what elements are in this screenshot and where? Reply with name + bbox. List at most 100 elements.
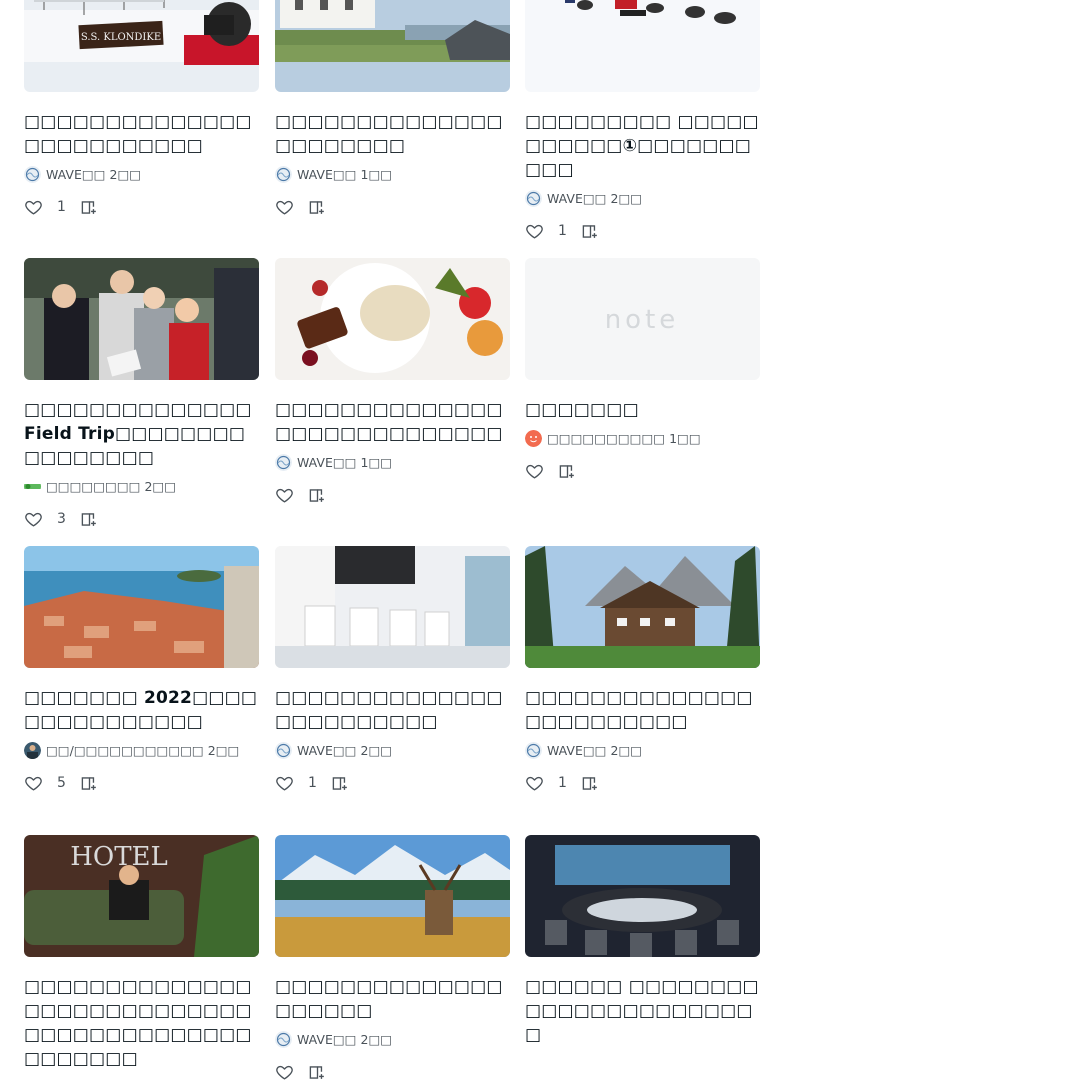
card-author-row[interactable]: WAVE□□ 2□□ bbox=[275, 1029, 510, 1049]
note-card[interactable]: note □□□□□□□ □□□□□□□□□□ 1□□ bbox=[525, 258, 760, 483]
note-card[interactable]: □□□□□□□ 2022□□□□□□□□□□□□□□□ □□/□□□□□□□□□… bbox=[24, 546, 259, 795]
like-button[interactable] bbox=[525, 462, 544, 481]
card-title[interactable]: □□□□□□□ bbox=[525, 398, 760, 422]
card-thumbnail-image[interactable] bbox=[525, 0, 760, 92]
author-avatar[interactable] bbox=[275, 165, 292, 183]
card-title[interactable]: □□□□□□□□□□□□□□□□□□□□□□ bbox=[275, 110, 510, 158]
heart-outline-icon bbox=[275, 1063, 294, 1082]
author-avatar[interactable] bbox=[525, 189, 542, 207]
add-to-magazine-button[interactable] bbox=[581, 222, 600, 241]
author-name[interactable]: □□/□□□□□□□□□□□ bbox=[46, 743, 204, 758]
card-title[interactable]: □□□□□□□□□□□□□□□□□□□□ bbox=[275, 975, 510, 1023]
like-button[interactable]: 1 bbox=[525, 774, 567, 793]
author-avatar[interactable] bbox=[275, 453, 292, 471]
author-avatar[interactable] bbox=[525, 741, 542, 759]
card-author-row[interactable]: WAVE□□ 2□□ bbox=[525, 188, 760, 208]
card-title[interactable]: □□□□□□□□□□□□□□□□□□□□□□□□□ bbox=[24, 110, 259, 158]
card-thumbnail-image[interactable] bbox=[275, 835, 510, 957]
author-name[interactable]: WAVE□□ bbox=[297, 743, 357, 758]
author-avatar[interactable] bbox=[525, 429, 542, 447]
magazine-add-icon bbox=[581, 222, 600, 241]
card-thumbnail-image[interactable] bbox=[275, 258, 510, 380]
post-time: 2□□ bbox=[610, 190, 643, 206]
card-title[interactable]: □□□□□□□□□□□□□□□□□□□□□□□□ bbox=[275, 686, 510, 734]
card-thumbnail-image[interactable] bbox=[24, 258, 259, 380]
like-button[interactable]: 1 bbox=[525, 222, 567, 241]
author-avatar[interactable] bbox=[24, 165, 41, 183]
author-avatar[interactable] bbox=[275, 1030, 292, 1048]
like-button[interactable] bbox=[275, 198, 294, 217]
author-name[interactable]: WAVE□□ bbox=[547, 743, 607, 758]
card-title[interactable]: □□□□□□□ 2022□□□□□□□□□□□□□□□ bbox=[24, 686, 259, 734]
magazine-add-icon bbox=[308, 198, 327, 217]
author-name[interactable]: □□□□□□□□ bbox=[46, 479, 140, 494]
add-to-magazine-button[interactable] bbox=[308, 198, 327, 217]
post-time: 2□□ bbox=[360, 1031, 393, 1047]
note-card[interactable]: □□□□□□□□□□□□□□Field Trip□□□□□□□□□□□□□□□□… bbox=[24, 258, 259, 531]
like-button[interactable]: 1 bbox=[275, 774, 317, 793]
magazine-add-icon bbox=[80, 510, 99, 529]
note-card[interactable]: □□□□□□□□□ □□□□□□□□□□□①□□□□□□□□□□ WAVE□□ … bbox=[525, 0, 760, 243]
magazine-add-icon bbox=[331, 774, 350, 793]
add-to-magazine-button[interactable] bbox=[308, 486, 327, 505]
card-author-row[interactable]: WAVE□□ 2□□ bbox=[24, 164, 259, 184]
card-thumbnail-image[interactable] bbox=[24, 546, 259, 668]
card-author-row[interactable]: □□□□□□□□ 2□□ bbox=[24, 476, 259, 496]
post-time: 2□□ bbox=[109, 166, 142, 182]
like-button[interactable]: 5 bbox=[24, 774, 66, 793]
card-thumbnail-image[interactable] bbox=[525, 546, 760, 668]
card-title[interactable]: □□□□□□ □□□□□□□□□□□□□□□□□□□□□□□ bbox=[525, 975, 760, 1047]
author-name[interactable]: WAVE□□ bbox=[297, 455, 357, 470]
note-card[interactable]: □□□□□□□□□□□□□□□□□□□□□□□□□□□□ WAVE□□ 1□□ bbox=[275, 258, 510, 507]
card-title[interactable]: □□□□□□□□□ □□□□□□□□□□□①□□□□□□□□□□ bbox=[525, 110, 760, 182]
card-author-row[interactable]: WAVE□□ 1□□ bbox=[275, 452, 510, 472]
post-time: 2□□ bbox=[360, 742, 393, 758]
add-to-magazine-button[interactable] bbox=[80, 198, 99, 217]
note-card[interactable]: HOTEL □□□□□□□□□□□□□□□□□□□□□□□□□□□□□□□□□□… bbox=[24, 835, 259, 1071]
author-name[interactable]: WAVE□□ bbox=[297, 167, 357, 182]
add-to-magazine-button[interactable] bbox=[308, 1063, 327, 1082]
card-title[interactable]: □□□□□□□□□□□□□□□□□□□□□□□□□□□□□□□□□□□□□□□□… bbox=[24, 975, 259, 1071]
author-name[interactable]: WAVE□□ bbox=[297, 1032, 357, 1047]
note-card[interactable]: □□□□□□□□□□□□□□□□□□□□□□ WAVE□□ 1□□ bbox=[275, 0, 510, 219]
card-title[interactable]: □□□□□□□□□□□□□□□□□□□□□□□□ bbox=[525, 686, 760, 734]
note-card[interactable]: □□□□□□□□□□□□□□□□□□□□ WAVE□□ 2□□ bbox=[275, 835, 510, 1084]
note-card[interactable]: □□□□□□□□□□□□□□□□□□□□□□□□ WAVE□□ 2□□ 1 bbox=[275, 546, 510, 795]
add-to-magazine-button[interactable] bbox=[80, 510, 99, 529]
card-thumbnail-image[interactable] bbox=[275, 0, 510, 92]
heart-outline-icon bbox=[275, 486, 294, 505]
card-author-row[interactable]: WAVE□□ 2□□ bbox=[275, 740, 510, 760]
magazine-add-icon bbox=[308, 1063, 327, 1082]
card-thumbnail-image[interactable]: S.S. KLONDIKE bbox=[24, 0, 259, 92]
like-button[interactable]: 3 bbox=[24, 510, 66, 529]
like-button[interactable]: 1 bbox=[24, 198, 66, 217]
author-avatar[interactable] bbox=[24, 741, 41, 759]
card-author-row[interactable]: WAVE□□ 1□□ bbox=[275, 164, 510, 184]
author-avatar[interactable] bbox=[24, 477, 41, 495]
author-name[interactable]: □□□□□□□□□□ bbox=[547, 431, 665, 446]
author-name[interactable]: WAVE□□ bbox=[547, 191, 607, 206]
note-card[interactable]: □□□□□□ □□□□□□□□□□□□□□□□□□□□□□□ bbox=[525, 835, 760, 1047]
card-thumbnail-image[interactable]: note bbox=[525, 258, 760, 380]
like-button[interactable] bbox=[275, 1063, 294, 1082]
add-to-magazine-button[interactable] bbox=[331, 774, 350, 793]
card-thumbnail-image[interactable] bbox=[525, 835, 760, 957]
card-thumbnail-image[interactable]: HOTEL bbox=[24, 835, 259, 957]
like-count: 1 bbox=[558, 223, 567, 239]
note-card[interactable]: □□□□□□□□□□□□□□□□□□□□□□□□ WAVE□□ 2□□ 1 bbox=[525, 546, 760, 795]
like-button[interactable] bbox=[275, 486, 294, 505]
author-name[interactable]: WAVE□□ bbox=[46, 167, 106, 182]
heart-outline-icon bbox=[525, 222, 544, 241]
card-title[interactable]: □□□□□□□□□□□□□□Field Trip□□□□□□□□□□□□□□□□ bbox=[24, 398, 259, 470]
card-author-row[interactable]: WAVE□□ 2□□ bbox=[525, 740, 760, 760]
card-author-row[interactable]: □□□□□□□□□□ 1□□ bbox=[525, 428, 760, 448]
author-avatar[interactable] bbox=[275, 741, 292, 759]
note-card[interactable]: S.S. KLONDIKE □□□□□□□□□□□□□□□□□□□□□□□□□ … bbox=[24, 0, 259, 219]
add-to-magazine-button[interactable] bbox=[581, 774, 600, 793]
add-to-magazine-button[interactable] bbox=[558, 462, 577, 481]
card-author-row[interactable]: □□/□□□□□□□□□□□ 2□□ bbox=[24, 740, 259, 760]
like-count: 1 bbox=[57, 199, 66, 215]
add-to-magazine-button[interactable] bbox=[80, 774, 99, 793]
card-title[interactable]: □□□□□□□□□□□□□□□□□□□□□□□□□□□□ bbox=[275, 398, 510, 446]
card-thumbnail-image[interactable] bbox=[275, 546, 510, 668]
